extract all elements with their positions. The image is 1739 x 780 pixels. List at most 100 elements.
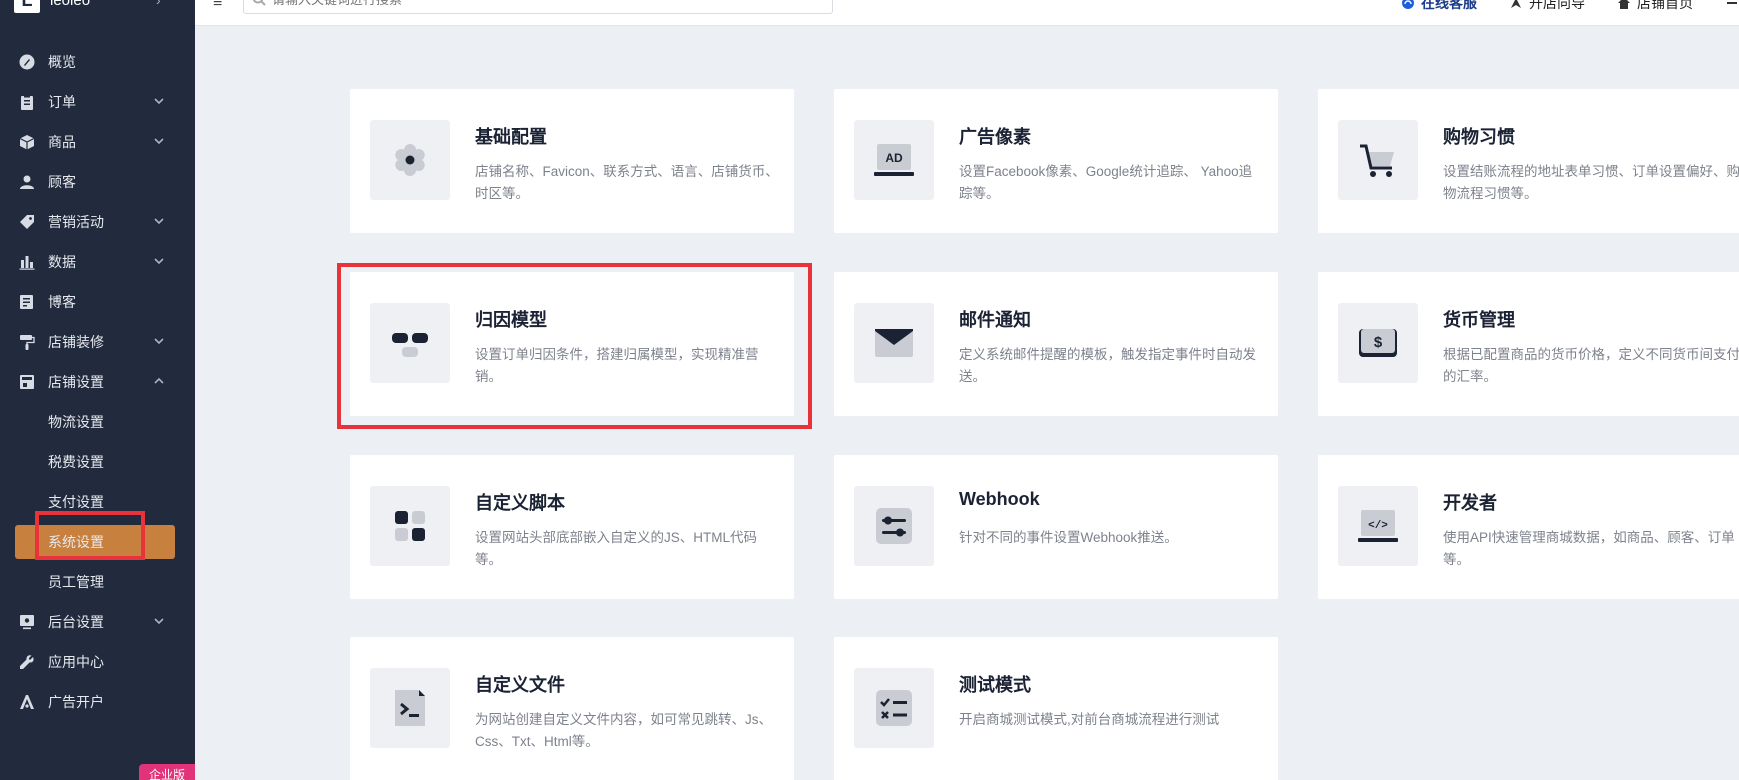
highlight-box-attribution-model (337, 263, 812, 429)
card-title: 基础配置 (475, 127, 547, 147)
card-basic-config[interactable]: 基础配置 店铺名称、Favicon、联系方式、语言、店铺货币、时区等。 (350, 89, 794, 233)
tag-icon (18, 213, 36, 231)
sidebar-item-label: 后台设置 (48, 614, 104, 630)
chevron-down-icon (153, 94, 165, 106)
sidebar-subitem-tax[interactable]: 税费设置 (0, 442, 195, 482)
wrench-icon (18, 653, 36, 671)
guide-icon (1511, 0, 1521, 8)
card-title: 货币管理 (1443, 310, 1515, 330)
store-home-link[interactable]: 店铺首页 (1617, 0, 1693, 13)
card-currency-management[interactable]: $ 货币管理 根据已配置商品的货币价格，定义不同货币间支付的汇率。 (1318, 272, 1739, 416)
setup-guide-link[interactable]: 开店向导 (1509, 0, 1585, 13)
sidebar-item-blog[interactable]: 博客 (0, 282, 195, 322)
card-icon-box (854, 668, 934, 748)
blocks-icon (395, 511, 425, 541)
search-box[interactable] (243, 0, 833, 14)
sidebar-item-label: 店铺装修 (48, 334, 104, 350)
sidebar-item-label: 应用中心 (48, 654, 104, 670)
chevron-down-icon (153, 214, 165, 226)
sidebar-subitem-shipping[interactable]: 物流设置 (0, 402, 195, 442)
box-icon (18, 133, 36, 151)
sidebar-item-label: 数据 (48, 254, 76, 270)
gear-icon (395, 144, 425, 176)
card-webhook[interactable]: Webhook 针对不同的事件设置Webhook推送。 (834, 455, 1278, 599)
sidebar-item-app-center[interactable]: 应用中心 (0, 642, 195, 682)
card-icon-box: </> (1338, 486, 1418, 566)
sidebar-item-products[interactable]: 商品 (0, 122, 195, 162)
ad-laptop-icon: AD (874, 144, 914, 176)
home-icon (1618, 0, 1630, 9)
monitor-icon (18, 613, 36, 631)
edition-badge: 企业版 (138, 764, 195, 780)
mail-icon (875, 329, 913, 357)
brand-logo: L (14, 0, 40, 13)
sidebar-item-ad-account[interactable]: 广告开户 (0, 682, 195, 722)
code-laptop-icon: </> (1358, 510, 1398, 542)
card-description: 定义系统邮件提醒的模板，触发指定事件时自动发送。 (959, 347, 1256, 384)
online-service-link[interactable]: 在线客服 (1401, 0, 1477, 13)
clipboard-icon (18, 93, 36, 111)
sidebar-item-label: 订单 (48, 94, 76, 110)
card-icon-box (370, 120, 450, 200)
top-link-label: 在线客服 (1421, 0, 1477, 11)
sidebar-subitem-staff[interactable]: 员工管理 (0, 562, 195, 602)
sliders-icon (876, 508, 912, 544)
sidebar-item-label: 店铺设置 (48, 374, 104, 390)
card-icon-box (854, 486, 934, 566)
headset-icon (1402, 0, 1414, 9)
card-title: 开发者 (1443, 493, 1497, 513)
search-icon (252, 0, 266, 6)
brand-chevron-icon[interactable]: › (156, 0, 161, 8)
card-description: 设置Facebook像素、Google统计追踪、 Yahoo追踪等。 (959, 164, 1253, 201)
ad-icon (18, 693, 36, 711)
sidebar-item-customers[interactable]: 顾客 (0, 162, 195, 202)
sidebar-item-store-settings[interactable]: 店铺设置 (0, 362, 195, 402)
card-description: 为网站创建自定义文件内容，如可常见跳转、Js、Css、Txt、Html等。 (475, 712, 772, 749)
card-description: 根据已配置商品的货币价格，定义不同货币间支付的汇率。 (1443, 347, 1739, 384)
brand-name: leoleo (50, 0, 91, 9)
more-icon[interactable] (1725, 0, 1739, 10)
sidebar-item-admin-settings[interactable]: 后台设置 (0, 602, 195, 642)
card-description: 使用API快速管理商城数据，如商品、顾客、订单等。 (1443, 530, 1735, 567)
terminal-file-icon (395, 690, 425, 726)
bar-chart-icon (18, 253, 36, 271)
card-description: 针对不同的事件设置Webhook推送。 (959, 530, 1178, 545)
highlight-box-system-settings (35, 511, 145, 560)
search-input[interactable] (272, 0, 812, 7)
card-custom-file[interactable]: 自定义文件 为网站创建自定义文件内容，如可常见跳转、Js、Css、Txt、Htm… (350, 637, 794, 780)
sidebar-item-marketing[interactable]: 营销活动 (0, 202, 195, 242)
checklist-icon (876, 690, 912, 726)
card-icon-box (370, 668, 450, 748)
top-link-label: 开店向导 (1529, 0, 1585, 11)
card-description: 开启商城测试模式,对前台商城流程进行测试 (959, 712, 1220, 727)
menu-toggle-icon[interactable]: ≡ (213, 0, 222, 12)
card-icon-box (370, 486, 450, 566)
brand[interactable]: L leoleo (14, 0, 91, 13)
card-description: 设置网站头部底部嵌入自定义的JS、HTML代码等。 (475, 530, 758, 567)
chevron-down-icon (153, 254, 165, 266)
topbar: ≡ 在线客服 开店向导 店铺首页 (195, 0, 1739, 26)
sidebar-item-orders[interactable]: 订单 (0, 82, 195, 122)
svg-text:</>: </> (1368, 520, 1388, 532)
card-icon-box: $ (1338, 303, 1418, 383)
card-title: 测试模式 (959, 675, 1031, 695)
top-link-label: 店铺首页 (1637, 0, 1693, 11)
card-title: 自定义脚本 (475, 493, 565, 513)
sidebar-item-data[interactable]: 数据 (0, 242, 195, 282)
card-ad-pixel[interactable]: AD 广告像素 设置Facebook像素、Google统计追踪、 Yahoo追踪… (834, 89, 1278, 233)
cart-icon (1360, 144, 1394, 177)
sidebar-item-store-design[interactable]: 店铺装修 (0, 322, 195, 362)
card-title: 购物习惯 (1443, 127, 1515, 147)
sidebar-item-label: 商品 (48, 134, 76, 150)
card-email-notification[interactable]: 邮件通知 定义系统邮件提醒的模板，触发指定事件时自动发送。 (834, 272, 1278, 416)
svg-text:$: $ (1374, 334, 1383, 351)
card-shopping-habits[interactable]: 购物习惯 设置结账流程的地址表单习惯、订单设置偏好、购物流程习惯等。 (1318, 89, 1739, 233)
card-custom-script[interactable]: 自定义脚本 设置网站头部底部嵌入自定义的JS、HTML代码等。 (350, 455, 794, 599)
chevron-down-icon (153, 614, 165, 626)
card-developer[interactable]: </> 开发者 使用API快速管理商城数据，如商品、顾客、订单等。 (1318, 455, 1739, 599)
card-description: 店铺名称、Favicon、联系方式、语言、店铺货币、时区等。 (475, 164, 779, 201)
card-test-mode[interactable]: 测试模式 开启商城测试模式,对前台商城流程进行测试 (834, 637, 1278, 780)
sidebar-menu: 概览 订单 商品 顾客 营销活动 数据 博客 店铺装修 店铺设置 物流设置 税费… (0, 42, 195, 722)
sidebar-item-overview[interactable]: 概览 (0, 42, 195, 82)
user-icon (18, 173, 36, 191)
